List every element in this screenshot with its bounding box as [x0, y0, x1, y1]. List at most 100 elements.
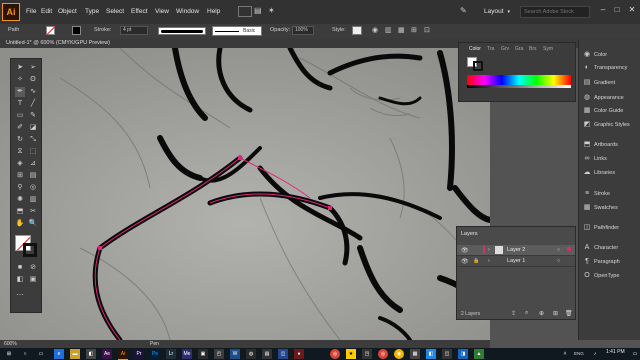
menu-help[interactable]: Help [207, 8, 220, 15]
more-tools-icon[interactable]: ⋯ [15, 291, 25, 301]
color-mode-icon[interactable]: ■ [15, 263, 25, 273]
menu-view[interactable]: View [155, 8, 169, 15]
tab-gradient[interactable]: Gra [515, 46, 523, 52]
windows-start-icon[interactable]: ⊞ [4, 349, 14, 359]
app-icon[interactable]: ◨ [458, 349, 468, 359]
notifications-icon[interactable]: ▭ [630, 349, 640, 359]
menu-window[interactable]: Window [176, 8, 199, 15]
app-icon[interactable]: ◰ [214, 349, 224, 359]
search-stock-field[interactable] [520, 6, 595, 18]
lightroom-icon[interactable]: Lr [166, 349, 176, 359]
layers-panel-title[interactable]: Layers [461, 231, 478, 237]
volume-icon[interactable]: ♪ [590, 349, 600, 359]
maximize-icon[interactable]: □ [610, 4, 624, 16]
dock-item-stroke[interactable]: ≡ Stroke [583, 189, 610, 199]
after-effects-icon[interactable]: Ae [102, 349, 112, 359]
slice-tool-icon[interactable]: ✂ [28, 207, 38, 217]
clock[interactable]: 1:41 PM [606, 349, 625, 355]
eyedropper-icon[interactable]: ⚲ [15, 183, 25, 193]
graphic-style-swatch[interactable] [352, 26, 362, 35]
app-icon[interactable]: ◉ [394, 349, 404, 359]
brush-definition[interactable]: Basic [212, 26, 262, 36]
dock-item-paragraph[interactable]: ¶ Paragraph [583, 257, 620, 267]
eye-icon[interactable]: 👁 [461, 258, 469, 265]
free-transform-icon[interactable]: ⬚ [28, 147, 38, 157]
dock-item-color[interactable]: ◉ Color [583, 50, 607, 60]
lock-icon[interactable]: 🔒 [473, 258, 479, 264]
app-icon[interactable]: ◳ [362, 349, 372, 359]
line-tool-icon[interactable]: ╱ [28, 99, 38, 109]
shaper-tool-icon[interactable]: ✐ [15, 123, 25, 133]
brush-icon[interactable]: ✎ [460, 6, 470, 17]
artboard-canvas[interactable] [0, 48, 490, 340]
variable-width-profile[interactable] [158, 27, 206, 35]
gpu-performance-icon[interactable]: ▤ [254, 6, 262, 15]
tab-color[interactable]: Color [469, 46, 481, 52]
tray-arrow-icon[interactable]: ˄ [560, 349, 570, 359]
tab-symbols[interactable]: Sym [543, 46, 553, 52]
layer-row[interactable]: 👁 › Layer 2 ○ [457, 245, 575, 256]
panel-stroke-swatch[interactable] [473, 61, 483, 71]
mesh-tool-icon[interactable]: ⊞ [15, 171, 25, 181]
transform-icon[interactable]: ▦ [398, 26, 405, 34]
shape-builder-icon[interactable]: ◈ [15, 159, 25, 169]
dock-item-color-guide[interactable]: ▦ Color Guide [583, 106, 624, 116]
dock-item-artboards[interactable]: ⬒ Artboards [583, 140, 618, 150]
layer-name[interactable]: Layer 2 [507, 247, 525, 253]
zoom-tool-icon[interactable]: 🔍 [28, 219, 38, 229]
media-encoder-icon[interactable]: Me [182, 349, 192, 359]
type-tool-icon[interactable]: T [15, 99, 25, 109]
workspace-switcher[interactable]: Layout ▾ [484, 8, 518, 15]
isolate-icon[interactable]: ⊞ [411, 26, 417, 34]
width-tool-icon[interactable]: ⧖ [15, 147, 25, 157]
align-icon[interactable]: ▥ [385, 26, 392, 34]
tab-graphic-styles[interactable]: Grv [501, 46, 509, 52]
dock-item-pathfinder[interactable]: ◫ Pathfinder [583, 223, 619, 233]
new-sublayer-icon[interactable]: ⊕ [539, 310, 544, 317]
draw-normal-icon[interactable]: ◧ [15, 275, 25, 285]
tab-transparency[interactable]: Tra [487, 46, 494, 52]
layer-name[interactable]: Layer 1 [507, 258, 525, 264]
fill-swatch[interactable] [46, 25, 56, 36]
new-layer-icon[interactable]: ⊞ [553, 310, 558, 317]
color-spectrum-shade[interactable] [467, 85, 571, 88]
delete-layer-icon[interactable]: 🗑 [565, 310, 573, 317]
document-arrange-icon[interactable] [238, 6, 252, 17]
artboard-tool-icon[interactable]: ⬒ [15, 207, 25, 217]
chrome-icon[interactable]: ◎ [378, 349, 388, 359]
dock-item-character[interactable]: A Character [583, 243, 619, 253]
menu-select[interactable]: Select [106, 8, 124, 15]
paintbrush-icon[interactable]: ✎ [28, 111, 38, 121]
selection-tool-icon[interactable]: ➤ [15, 63, 25, 73]
dock-item-opentype[interactable]: O OpenType [583, 271, 619, 281]
selection-indicator[interactable] [567, 247, 571, 251]
edge-icon[interactable]: e [54, 349, 64, 359]
rocket-icon[interactable]: ✶ [268, 6, 275, 15]
menu-file[interactable]: File [26, 8, 36, 15]
tab-brushes[interactable]: Brs [529, 46, 537, 52]
rotate-tool-icon[interactable]: ↻ [15, 135, 25, 145]
none-mode-icon[interactable]: ⊘ [28, 263, 38, 273]
dock-item-libraries[interactable]: ☁ Libraries [583, 168, 616, 178]
app-icon[interactable]: ◫ [442, 349, 452, 359]
eraser-icon[interactable]: ◪ [28, 123, 38, 133]
stroke-color-icon[interactable] [23, 243, 37, 257]
minimize-icon[interactable]: – [596, 4, 610, 16]
dock-item-appearance[interactable]: ◍ Appearance [583, 93, 624, 103]
scale-tool-icon[interactable]: ⤡ [28, 135, 38, 145]
search-input[interactable] [521, 7, 595, 17]
target-icon[interactable]: ○ [557, 258, 560, 264]
app-icon[interactable]: ◍ [246, 349, 256, 359]
stroke-weight-field[interactable]: 4 pt [120, 26, 148, 35]
dock-item-links[interactable]: ∞ Links [583, 154, 607, 164]
collect-export-icon[interactable]: ⇪ [511, 310, 516, 317]
premiere-icon[interactable]: Pr [134, 349, 144, 359]
dock-item-graphic-styles[interactable]: ◩ Graphic Styles [583, 120, 630, 130]
target-icon[interactable]: ○ [557, 247, 560, 253]
illustrator-taskbar-icon[interactable]: Ai [118, 349, 128, 360]
menu-edit[interactable]: Edit [41, 8, 52, 15]
locate-object-icon[interactable]: ⌕ [525, 310, 528, 317]
language-indicator[interactable]: ENG [574, 351, 584, 356]
app-icon[interactable]: ★ [346, 349, 356, 359]
menu-effect[interactable]: Effect [131, 8, 148, 15]
